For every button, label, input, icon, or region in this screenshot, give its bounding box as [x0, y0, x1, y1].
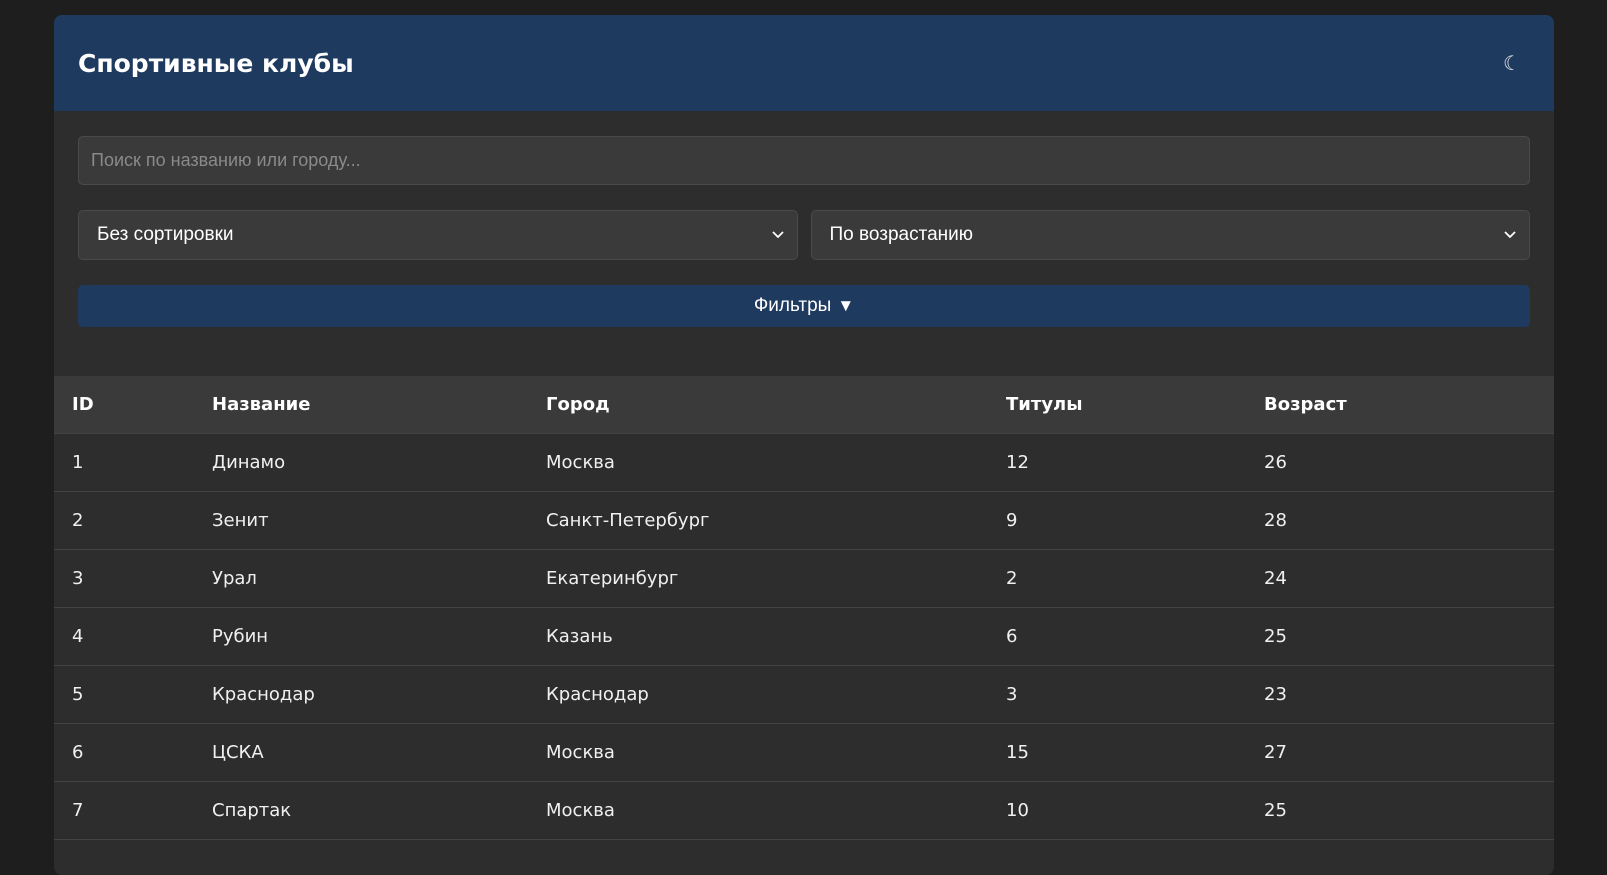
cell-city: Казань	[528, 607, 988, 666]
cell-id: 5	[54, 665, 194, 724]
table-row[interactable]: 5 Краснодар Краснодар 3 23	[54, 665, 1554, 724]
cell-name: Краснодар	[194, 665, 528, 724]
cell-city: Москва	[528, 781, 988, 840]
column-header-id[interactable]: ID	[54, 376, 194, 434]
column-header-name[interactable]: Название	[194, 376, 528, 434]
cell-titles: 3	[988, 665, 1246, 724]
clubs-card: Спортивные клубы ☾ Без сортировки По воз…	[54, 15, 1554, 875]
cell-id: 6	[54, 723, 194, 782]
cell-titles: 6	[988, 607, 1246, 666]
cell-city: Краснодар	[528, 665, 988, 724]
cell-titles: 9	[988, 491, 1246, 550]
chevron-down-icon	[1501, 226, 1519, 244]
table-row[interactable]: 7 Спартак Москва 10 25	[54, 781, 1554, 840]
cell-name: Урал	[194, 549, 528, 608]
cell-age	[1246, 839, 1554, 875]
column-header-city[interactable]: Город	[528, 376, 988, 434]
cell-id: 4	[54, 607, 194, 666]
cell-titles	[988, 839, 1246, 875]
column-header-age[interactable]: Возраст	[1246, 376, 1554, 434]
filters-button[interactable]: Фильтры ▼	[78, 285, 1530, 327]
sort-order-select[interactable]: По возрастанию	[810, 210, 1530, 260]
cell-name: ЦСКА	[194, 723, 528, 782]
cell-city: Санкт-Петербург	[528, 491, 988, 550]
cell-age: 27	[1246, 723, 1554, 782]
cell-name: Рубин	[194, 607, 528, 666]
table-row[interactable]: 2 Зенит Санкт-Петербург 9 28	[54, 491, 1554, 550]
controls-panel: Без сортировки По возрастанию Фильтры ▼	[54, 111, 1554, 327]
triangle-down-icon: ▼	[837, 296, 855, 315]
table-row[interactable]: 6 ЦСКА Москва 15 27	[54, 723, 1554, 782]
cell-titles: 2	[988, 549, 1246, 608]
table-row[interactable]: 3 Урал Екатеринбург 2 24	[54, 549, 1554, 608]
cell-titles: 15	[988, 723, 1246, 782]
cell-id: 1	[54, 433, 194, 492]
cell-titles: 10	[988, 781, 1246, 840]
sort-field-value: Без сортировки	[97, 224, 234, 245]
cell-city: Москва	[528, 433, 988, 492]
chevron-down-icon	[769, 226, 787, 244]
cell-age: 25	[1246, 781, 1554, 840]
cell-age: 28	[1246, 491, 1554, 550]
cell-id: 3	[54, 549, 194, 608]
table-row[interactable]: 4 Рубин Казань 6 25	[54, 607, 1554, 666]
cell-id: 2	[54, 491, 194, 550]
cell-age: 24	[1246, 549, 1554, 608]
cell-titles: 12	[988, 433, 1246, 492]
cell-city	[528, 839, 988, 875]
filters-label: Фильтры	[753, 295, 832, 316]
sort-field-select[interactable]: Без сортировки	[78, 210, 798, 260]
cell-id	[54, 839, 194, 875]
cell-age: 23	[1246, 665, 1554, 724]
cell-name: Динамо	[194, 433, 528, 492]
sort-controls: Без сортировки По возрастанию	[78, 210, 1530, 260]
sort-order-value: По возрастанию	[829, 224, 974, 245]
cell-age: 26	[1246, 433, 1554, 492]
app-header: Спортивные клубы ☾	[54, 15, 1554, 111]
cell-name: Зенит	[194, 491, 528, 550]
cell-city: Екатеринбург	[528, 549, 988, 608]
cell-id: 7	[54, 781, 194, 840]
search-input[interactable]	[78, 136, 1530, 185]
table-row[interactable]: 1 Динамо Москва 12 26	[54, 433, 1554, 492]
clubs-table: ID Название Город Титулы Возраст 1 Динам…	[54, 376, 1554, 875]
cell-city: Москва	[528, 723, 988, 782]
column-header-titles[interactable]: Титулы	[988, 376, 1246, 434]
page-title: Спортивные клубы	[78, 48, 354, 78]
table-row[interactable]	[54, 839, 1554, 875]
cell-name	[194, 839, 528, 875]
cell-age: 25	[1246, 607, 1554, 666]
cell-name: Спартак	[194, 781, 528, 840]
table-header-row: ID Название Город Титулы Возраст	[54, 376, 1554, 434]
moon-icon[interactable]: ☾	[1494, 45, 1530, 81]
